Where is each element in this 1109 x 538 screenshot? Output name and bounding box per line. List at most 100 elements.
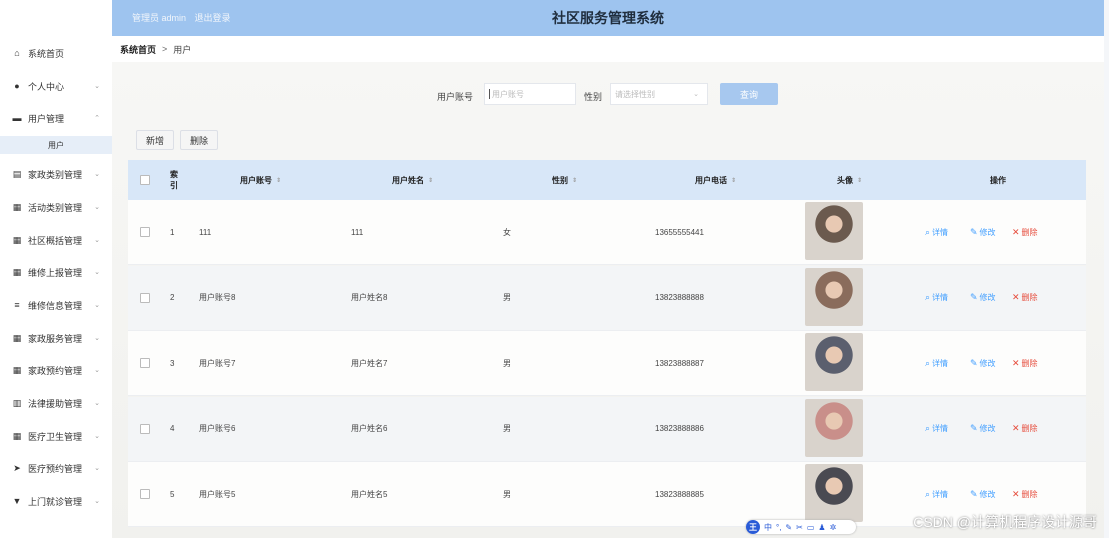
sidebar-item-home[interactable]: ⌂ 系统首页 <box>0 42 112 64</box>
sidebar-item-medical-health[interactable]: ▦ 医疗卫生管理 ⌄ <box>0 425 112 447</box>
sort-icon[interactable]: ⇕ <box>276 177 281 184</box>
sidebar-item-label: 家政服务管理 <box>28 333 83 344</box>
main-content: 用户账号 用户账号 性别 请选择性别 ⌄ 查询 新增 删除 索引 用户账号 ⇕ … <box>112 62 1104 538</box>
ime-toolbar[interactable]: 王 中 °, ✎ ✂ ▭ ♟ ✲ <box>746 520 856 534</box>
detail-label: 详情 <box>932 358 949 368</box>
close-icon: ✕ <box>1012 357 1020 368</box>
row-checkbox[interactable] <box>140 266 150 330</box>
add-button[interactable]: 新增 <box>136 130 174 150</box>
row-account: 用户账号5 <box>199 489 236 499</box>
query-button[interactable]: 查询 <box>720 83 778 105</box>
sidebar-item-housekeeping-service[interactable]: ▦ 家政服务管理 ⌄ <box>0 327 112 349</box>
sidebar-item-housekeeping-category[interactable]: ▤ 家政类别管理 ⌄ <box>0 163 112 185</box>
row-checkbox[interactable] <box>140 331 150 395</box>
header-name[interactable]: 用户姓名 ⇕ <box>392 160 433 200</box>
sidebar-item-home-visit[interactable]: ▼ 上门就诊管理 ⌄ <box>0 490 112 512</box>
sort-icon[interactable]: ⇕ <box>428 177 433 184</box>
row-gender: 女 <box>503 227 511 237</box>
row-name: 用户姓名8 <box>351 293 388 302</box>
sidebar-item-label: 医疗卫生管理 <box>28 431 83 442</box>
edit-label: 修改 <box>979 227 996 237</box>
delete-button[interactable]: ✕ 删除 <box>1012 200 1038 264</box>
delete-button[interactable]: ✕ 删除 <box>1012 266 1038 330</box>
header-gender[interactable]: 性别 ⇕ <box>552 160 577 200</box>
row-name: 用户姓名7 <box>351 358 388 368</box>
close-icon: ✕ <box>1012 423 1020 433</box>
sidebar-item-legal-aid[interactable]: ▥ 法律援助管理 ⌄ <box>0 392 112 414</box>
sidebar-item-personal[interactable]: ● 个人中心 ⌄ <box>0 75 112 97</box>
sidebar-item-medical-booking[interactable]: ➤ 医疗预约管理 ⌄ <box>0 457 112 479</box>
search-icon: ⌕ <box>925 488 931 499</box>
row-name: 111 <box>351 227 364 237</box>
text-caret <box>489 89 490 99</box>
chevron-down-icon: ⌄ <box>94 335 100 342</box>
breadcrumb-home[interactable]: 系统首页 <box>120 43 156 56</box>
header-avatar[interactable]: 头像 ⇕ <box>837 160 862 200</box>
row-index: 5 <box>170 489 175 499</box>
chevron-down-icon: ⌄ <box>94 367 100 374</box>
ime-logo-icon: 王 <box>746 520 760 534</box>
detail-button[interactable]: ⌕ 详情 <box>925 266 948 330</box>
row-gender: 男 <box>503 293 511 302</box>
home-icon: ⌂ <box>14 48 20 58</box>
delete-button[interactable]: ✕ 删除 <box>1012 397 1038 461</box>
search-icon: ⌕ <box>925 357 931 368</box>
pencil-icon: ✎ <box>970 423 978 433</box>
chevron-down-icon: ⌄ <box>94 204 100 211</box>
pencil-icon: ✎ <box>970 226 978 237</box>
avatar[interactable] <box>805 333 863 391</box>
sidebar-item-housekeeping-booking[interactable]: ▦ 家政预约管理 ⌄ <box>0 359 112 381</box>
row-index: 3 <box>170 358 175 368</box>
edit-button[interactable]: ✎ 修改 <box>970 200 996 264</box>
sidebar-item-users[interactable]: ▬ 用户管理 ⌃ <box>0 107 112 129</box>
gender-select[interactable]: 请选择性别 ⌄ <box>610 83 708 105</box>
batch-delete-button[interactable]: 删除 <box>180 130 218 150</box>
sidebar-item-activity-category[interactable]: ▦ 活动类别管理 ⌄ <box>0 196 112 218</box>
edit-label: 修改 <box>979 358 996 368</box>
row-account: 111 <box>199 227 212 237</box>
sort-icon[interactable]: ⇕ <box>572 177 577 184</box>
row-checkbox[interactable] <box>140 462 150 526</box>
sort-icon[interactable]: ⇕ <box>731 177 736 184</box>
sidebar-item-repair-info[interactable]: ≡ 维修信息管理 ⌄ <box>0 294 112 316</box>
pencil-icon: ✎ <box>970 357 978 368</box>
account-search-label: 用户账号 <box>437 92 474 102</box>
delete-button[interactable]: ✕ 删除 <box>1012 331 1038 395</box>
close-icon: ✕ <box>1012 226 1020 237</box>
avatar[interactable] <box>805 202 863 260</box>
row-checkbox[interactable] <box>140 397 150 461</box>
ime-pen-icon: ✎ <box>785 522 793 532</box>
chevron-down-icon: ⌄ <box>94 465 100 472</box>
gender-filter-label: 性别 <box>584 92 603 102</box>
row-index: 4 <box>170 424 175 433</box>
edit-button[interactable]: ✎ 修改 <box>970 266 996 330</box>
ime-shirt-icon: ♟ <box>818 522 826 532</box>
ime-keyboard-icon: ▭ <box>806 522 815 532</box>
sidebar-item-repair-report[interactable]: ▦ 维修上报管理 ⌄ <box>0 261 112 283</box>
row-phone: 13823888885 <box>655 489 704 499</box>
row-phone: 13823888886 <box>655 424 704 433</box>
avatar[interactable] <box>805 464 863 522</box>
avatar[interactable] <box>805 267 863 326</box>
detail-label: 详情 <box>932 293 949 302</box>
detail-button[interactable]: ⌕ 详情 <box>925 331 948 395</box>
sidebar-item-community-overview[interactable]: ▦ 社区概括管理 ⌄ <box>0 229 112 251</box>
send-icon: ➤ <box>13 462 21 473</box>
avatar[interactable] <box>805 398 863 457</box>
table-header: 索引 用户账号 ⇕ 用户姓名 ⇕ 性别 ⇕ 用户电话 ⇕ 头像 ⇕ 操作 <box>128 160 1086 200</box>
detail-button[interactable]: ⌕ 详情 <box>925 397 948 461</box>
account-search-input[interactable]: 用户账号 <box>484 83 576 105</box>
edit-button[interactable]: ✎ 修改 <box>970 331 996 395</box>
sidebar-subitem-user[interactable]: 用户 <box>0 136 112 154</box>
sort-icon[interactable]: ⇕ <box>857 177 862 184</box>
detail-button[interactable]: ⌕ 详情 <box>925 200 948 264</box>
account-search-placeholder: 用户账号 <box>492 89 524 99</box>
header-phone[interactable]: 用户电话 ⇕ <box>695 160 736 200</box>
edit-button[interactable]: ✎ 修改 <box>970 397 996 461</box>
row-account: 用户账号7 <box>199 358 236 368</box>
header-account[interactable]: 用户账号 ⇕ <box>240 160 281 200</box>
grid-icon: ▦ <box>12 201 22 212</box>
select-all-checkbox[interactable] <box>140 160 150 200</box>
header-phone-label: 用户电话 <box>695 175 727 185</box>
row-checkbox[interactable] <box>140 200 150 264</box>
